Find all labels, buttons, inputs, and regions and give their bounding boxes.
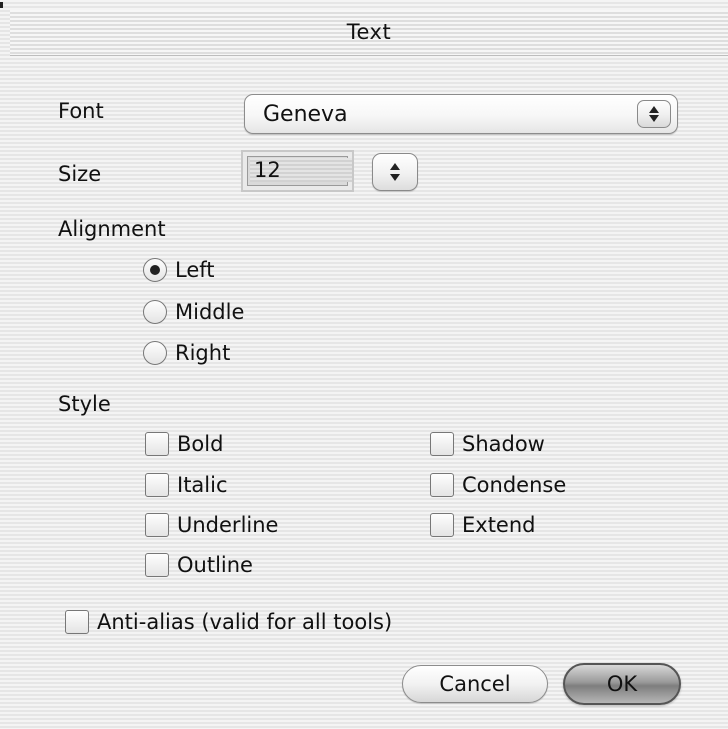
- ok-button[interactable]: OK: [563, 663, 681, 705]
- popup-stepper-icon: [637, 100, 671, 128]
- alignment-middle-radio[interactable]: [143, 300, 167, 324]
- style-bold-checkbox[interactable]: [145, 432, 169, 456]
- alignment-right-label: Right: [175, 341, 231, 365]
- alignment-label: Alignment: [58, 217, 166, 241]
- style-outline-label: Outline: [177, 553, 253, 577]
- alignment-middle-label: Middle: [175, 300, 245, 324]
- corner-mark: [0, 2, 3, 8]
- style-underline-label: Underline: [177, 513, 279, 537]
- size-label: Size: [58, 162, 102, 186]
- alignment-left-label: Left: [175, 258, 215, 282]
- style-shadow-label: Shadow: [462, 432, 545, 456]
- style-italic-checkbox[interactable]: [145, 473, 169, 497]
- style-shadow-option[interactable]: Shadow: [430, 430, 545, 458]
- anti-alias-checkbox[interactable]: [65, 610, 89, 634]
- style-extend-option[interactable]: Extend: [430, 511, 536, 539]
- style-italic-label: Italic: [177, 473, 228, 497]
- alignment-middle-option[interactable]: Middle: [143, 298, 244, 326]
- alignment-right-radio[interactable]: [143, 341, 167, 365]
- size-stepper-icon: [379, 158, 411, 186]
- font-label: Font: [58, 99, 104, 123]
- font-popup[interactable]: Geneva: [244, 94, 678, 134]
- alignment-left-option[interactable]: Left: [143, 256, 215, 284]
- style-condense-checkbox[interactable]: [430, 473, 454, 497]
- anti-alias-label: Anti-alias (valid for all tools): [97, 610, 393, 634]
- style-outline-checkbox[interactable]: [145, 553, 169, 577]
- size-input[interactable]: [250, 158, 352, 182]
- dialog-title: Text: [346, 20, 392, 44]
- alignment-left-radio[interactable]: [143, 258, 167, 282]
- style-underline-option[interactable]: Underline: [145, 511, 278, 539]
- style-underline-checkbox[interactable]: [145, 513, 169, 537]
- size-field[interactable]: [241, 150, 354, 192]
- font-popup-value: Geneva: [263, 102, 348, 127]
- text-dialog: Text Font Geneva Size Alignment Left Mid…: [0, 0, 728, 729]
- size-stepper[interactable]: [372, 153, 418, 191]
- alignment-right-option[interactable]: Right: [143, 339, 230, 367]
- anti-alias-option[interactable]: Anti-alias (valid for all tools): [65, 608, 392, 636]
- title-bar: Text: [10, 10, 728, 56]
- style-italic-option[interactable]: Italic: [145, 471, 228, 499]
- style-extend-label: Extend: [462, 513, 536, 537]
- style-bold-label: Bold: [177, 432, 224, 456]
- style-shadow-checkbox[interactable]: [430, 432, 454, 456]
- style-label: Style: [58, 392, 111, 416]
- style-condense-option[interactable]: Condense: [430, 471, 566, 499]
- style-outline-option[interactable]: Outline: [145, 551, 253, 579]
- style-extend-checkbox[interactable]: [430, 513, 454, 537]
- style-condense-label: Condense: [462, 473, 567, 497]
- cancel-button[interactable]: Cancel: [402, 665, 548, 703]
- style-bold-option[interactable]: Bold: [145, 430, 223, 458]
